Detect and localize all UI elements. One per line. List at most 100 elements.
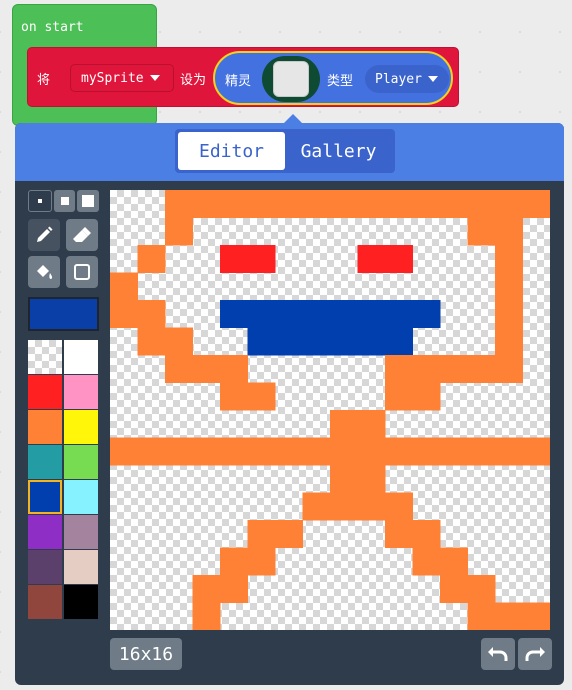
pixel xyxy=(412,382,441,411)
palette-swatch[interactable] xyxy=(64,515,98,549)
pixel xyxy=(467,602,496,630)
palette-swatch[interactable] xyxy=(64,480,98,514)
image-editor: Editor Gallery 16x16 xyxy=(15,114,564,685)
pixel xyxy=(247,190,276,218)
pixel xyxy=(440,355,468,383)
pixel xyxy=(247,327,276,356)
kind-dropdown[interactable]: Player xyxy=(365,65,449,93)
pixel xyxy=(440,547,468,576)
editor-tabs: Editor Gallery xyxy=(175,129,395,173)
on-start-label: on start xyxy=(21,20,84,35)
pixel xyxy=(385,382,413,411)
pixel xyxy=(385,327,413,356)
palette-swatch[interactable] xyxy=(28,375,62,409)
palette-swatch[interactable] xyxy=(64,340,98,374)
pixel xyxy=(412,547,441,576)
pixel xyxy=(330,300,358,328)
rectangle-tool[interactable] xyxy=(66,256,98,288)
set-sprite-block[interactable]: 将 mySprite 设为 精灵 类型 Player xyxy=(27,47,459,107)
pixel xyxy=(495,245,523,273)
chevron-down-icon xyxy=(427,76,438,82)
pixel xyxy=(495,272,523,301)
pixel xyxy=(412,190,441,218)
sprite-create-reporter[interactable]: 精灵 类型 Player xyxy=(213,51,453,105)
pixel xyxy=(302,437,331,466)
pixel xyxy=(495,327,523,356)
tab-editor[interactable]: Editor xyxy=(178,132,285,170)
pixel xyxy=(467,217,496,246)
pixel xyxy=(495,300,523,328)
brush-size-medium[interactable] xyxy=(53,190,76,212)
pixel xyxy=(522,602,550,630)
pixel xyxy=(192,190,221,218)
tab-gallery[interactable]: Gallery xyxy=(285,132,392,170)
pixel xyxy=(467,575,496,603)
current-color-swatch[interactable] xyxy=(28,297,99,331)
pixel xyxy=(275,327,303,356)
palette-swatch[interactable] xyxy=(28,480,62,514)
palette-swatch[interactable] xyxy=(64,410,98,444)
pixel xyxy=(220,190,248,218)
pixel xyxy=(302,492,331,521)
palette-swatch[interactable] xyxy=(28,410,62,444)
variable-dropdown[interactable]: mySprite xyxy=(70,64,174,92)
pixel xyxy=(495,602,523,630)
pixel xyxy=(192,437,221,466)
pixel xyxy=(495,217,523,246)
pixel xyxy=(247,245,276,273)
pixel xyxy=(220,547,248,576)
palette-swatch[interactable] xyxy=(64,585,98,619)
pixel xyxy=(330,492,358,521)
pixel xyxy=(165,437,193,466)
eraser-tool[interactable] xyxy=(66,219,98,251)
brush-size-large[interactable] xyxy=(77,190,100,212)
pencil-icon xyxy=(37,226,53,242)
pixel xyxy=(357,190,386,218)
pixel xyxy=(165,327,193,356)
palette-swatch[interactable] xyxy=(64,375,98,409)
rectangle-icon xyxy=(74,264,90,280)
brush-size-small[interactable] xyxy=(28,190,52,212)
image-thumbnail[interactable] xyxy=(262,56,320,102)
palette-swatch[interactable] xyxy=(64,445,98,479)
pixel xyxy=(385,300,413,328)
set-keyword: 将 xyxy=(37,73,51,88)
pixel-canvas[interactable] xyxy=(110,190,550,630)
pixel xyxy=(302,300,331,328)
redo-icon xyxy=(525,647,545,661)
pixel xyxy=(357,245,386,273)
pixel xyxy=(220,575,248,603)
palette-swatch[interactable] xyxy=(28,340,62,374)
pixel xyxy=(385,190,413,218)
palette-swatch[interactable] xyxy=(28,585,62,619)
pixel xyxy=(357,465,386,493)
redo-button[interactable] xyxy=(518,638,552,670)
pixel xyxy=(165,190,193,218)
pixel xyxy=(220,437,248,466)
undo-icon xyxy=(488,647,508,661)
pixel xyxy=(495,355,523,383)
pixel xyxy=(137,300,166,328)
palette-swatch[interactable] xyxy=(28,515,62,549)
fill-tool[interactable] xyxy=(28,256,60,288)
pixel xyxy=(110,272,138,301)
pixel xyxy=(385,520,413,548)
pixel xyxy=(247,382,276,411)
pixel xyxy=(302,327,331,356)
palette-swatch[interactable] xyxy=(64,550,98,584)
pixel xyxy=(137,327,166,356)
canvas-size-button[interactable]: 16x16 xyxy=(110,638,182,670)
pixel xyxy=(275,520,303,548)
pixel xyxy=(357,410,386,438)
palette-swatch[interactable] xyxy=(28,445,62,479)
palette-swatch[interactable] xyxy=(28,550,62,584)
pixel xyxy=(247,300,276,328)
pixel xyxy=(247,547,276,576)
pixel xyxy=(330,190,358,218)
undo-button[interactable] xyxy=(481,638,515,670)
pixel xyxy=(357,300,386,328)
pixel xyxy=(440,437,468,466)
pencil-tool[interactable] xyxy=(28,219,60,251)
pixel xyxy=(495,437,523,466)
pixel xyxy=(440,575,468,603)
